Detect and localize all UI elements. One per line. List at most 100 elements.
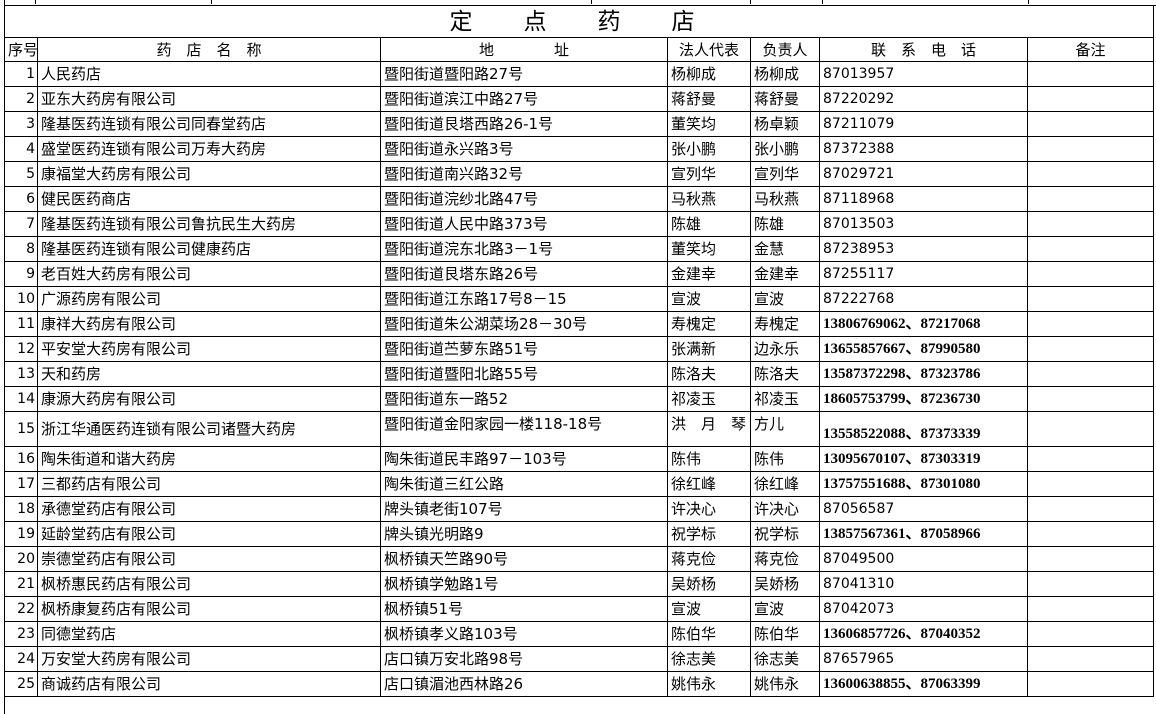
cell-seq[interactable]: 19 <box>4 521 38 547</box>
cell-name[interactable]: 崇德堂药店有限公司 <box>37 546 381 572</box>
header-note[interactable]: 备注 <box>1027 37 1154 62</box>
cell-seq[interactable]: 3 <box>4 111 38 137</box>
cell-note[interactable] <box>1027 211 1154 237</box>
cell-phone[interactable]: 13606857726、87040352 <box>819 621 1028 647</box>
cell-note[interactable] <box>1027 521 1154 547</box>
cell-seq[interactable]: 2 <box>4 86 38 112</box>
cell-address[interactable]: 暨阳街道滨江中路27号 <box>380 86 668 112</box>
cell-name[interactable]: 盛堂医药连锁有限公司万寿大药房 <box>37 136 381 162</box>
cell-legal-rep[interactable]: 宣列华 <box>667 161 751 187</box>
cell-seq[interactable]: 7 <box>4 211 38 237</box>
cell-name[interactable]: 广源药房有限公司 <box>37 286 381 312</box>
cell-name[interactable]: 天和药房 <box>37 361 381 387</box>
cell-seq[interactable]: 4 <box>4 136 38 162</box>
cell-note[interactable] <box>1027 361 1154 387</box>
cell-note[interactable] <box>1027 111 1154 137</box>
header-responsible[interactable]: 负责人 <box>750 37 820 62</box>
cell-address[interactable]: 暨阳街道江东路17号8－15 <box>380 286 668 312</box>
cell-responsible[interactable]: 寿槐定 <box>750 311 820 337</box>
cell-seq[interactable]: 20 <box>4 546 38 572</box>
cell-responsible[interactable]: 马秋燕 <box>750 186 820 212</box>
header-legal-rep[interactable]: 法人代表 <box>667 37 751 62</box>
cell-seq[interactable]: 25 <box>4 671 38 697</box>
cell-phone[interactable]: 13806769062、87217068 <box>819 311 1028 337</box>
cell-seq[interactable]: 8 <box>4 236 38 262</box>
cell-note[interactable] <box>1027 336 1154 362</box>
cell-responsible[interactable]: 祝学标 <box>750 521 820 547</box>
cell-phone[interactable]: 87220292 <box>819 86 1028 112</box>
cell-note[interactable] <box>1027 311 1154 337</box>
cell-legal-rep[interactable]: 姚伟永 <box>667 671 751 697</box>
cell-phone[interactable]: 87013957 <box>819 61 1028 87</box>
cell-phone[interactable]: 13095670107、87303319 <box>819 446 1028 472</box>
cell-note[interactable] <box>1027 161 1154 187</box>
cell-legal-rep[interactable]: 宣波 <box>667 286 751 312</box>
cell-phone[interactable]: 13587372298、87323786 <box>819 361 1028 387</box>
cell-phone[interactable]: 13558522088、87373339 <box>819 411 1028 447</box>
sheet-title[interactable]: 定 点 药 店 <box>4 5 1154 38</box>
cell-address[interactable]: 暨阳街道暨阳北路55号 <box>380 361 668 387</box>
cell-note[interactable] <box>1027 446 1154 472</box>
cell-address[interactable]: 暨阳街道艮塔西路26-1号 <box>380 111 668 137</box>
cell-phone[interactable]: 87056587 <box>819 496 1028 522</box>
cell-seq[interactable]: 15 <box>4 411 38 447</box>
cell-responsible[interactable]: 陈伯华 <box>750 621 820 647</box>
cell-address[interactable]: 陶朱街道民丰路97－103号 <box>380 446 668 472</box>
cell-legal-rep[interactable]: 徐红峰 <box>667 471 751 497</box>
cell-phone[interactable]: 13757551688、87301080 <box>819 471 1028 497</box>
cell-name[interactable]: 同德堂药店 <box>37 621 381 647</box>
cell-legal-rep[interactable]: 宣波 <box>667 596 751 622</box>
cell-legal-rep[interactable]: 张小鹏 <box>667 136 751 162</box>
cell-name[interactable]: 浙江华通医药连锁有限公司诸暨大药房 <box>37 411 381 447</box>
cell-responsible[interactable]: 宣列华 <box>750 161 820 187</box>
cell-legal-rep[interactable]: 马秋燕 <box>667 186 751 212</box>
cell-responsible[interactable]: 杨柳成 <box>750 61 820 87</box>
cell-responsible[interactable]: 吴娇杨 <box>750 571 820 597</box>
cell-responsible[interactable]: 金慧 <box>750 236 820 262</box>
cell-note[interactable] <box>1027 61 1154 87</box>
cell-responsible[interactable]: 陈洛夫 <box>750 361 820 387</box>
cell-phone[interactable]: 13857567361、87058966 <box>819 521 1028 547</box>
cell-responsible[interactable]: 蒋克俭 <box>750 546 820 572</box>
cell-name[interactable]: 枫桥康复药店有限公司 <box>37 596 381 622</box>
cell-address[interactable]: 牌头镇老街107号 <box>380 496 668 522</box>
cell-address[interactable]: 枫桥镇孝义路103号 <box>380 621 668 647</box>
cell-legal-rep[interactable]: 祝学标 <box>667 521 751 547</box>
cell-legal-rep[interactable]: 寿槐定 <box>667 311 751 337</box>
cell-note[interactable] <box>1027 571 1154 597</box>
cell-name[interactable]: 人民药店 <box>37 61 381 87</box>
cell-legal-rep[interactable]: 陈洛夫 <box>667 361 751 387</box>
cell-name[interactable]: 亚东大药房有限公司 <box>37 86 381 112</box>
cell-name[interactable]: 隆基医药连锁有限公司健康药店 <box>37 236 381 262</box>
cell-seq[interactable]: 24 <box>4 646 38 672</box>
header-seq[interactable]: 序号 <box>4 37 38 62</box>
cell-phone[interactable]: 87238953 <box>819 236 1028 262</box>
cell-seq[interactable]: 21 <box>4 571 38 597</box>
cell-legal-rep[interactable]: 蒋舒曼 <box>667 86 751 112</box>
cell-legal-rep[interactable]: 吴娇杨 <box>667 571 751 597</box>
cell-phone[interactable]: 87029721 <box>819 161 1028 187</box>
cell-address[interactable]: 暨阳街道艮塔东路26号 <box>380 261 668 287</box>
cell-phone[interactable]: 87657965 <box>819 646 1028 672</box>
cell-name[interactable]: 康祥大药房有限公司 <box>37 311 381 337</box>
cell-legal-rep[interactable]: 徐志美 <box>667 646 751 672</box>
cell-name[interactable]: 老百姓大药房有限公司 <box>37 261 381 287</box>
cell-legal-rep[interactable]: 张满新 <box>667 336 751 362</box>
cell-phone[interactable]: 13600638855、87063399 <box>819 671 1028 697</box>
cell-responsible[interactable]: 姚伟永 <box>750 671 820 697</box>
cell-note[interactable] <box>1027 471 1154 497</box>
cell-address[interactable]: 牌头镇光明路9 <box>380 521 668 547</box>
cell-note[interactable] <box>1027 646 1154 672</box>
cell-responsible[interactable]: 陈雄 <box>750 211 820 237</box>
cell-seq[interactable]: 12 <box>4 336 38 362</box>
cell-seq[interactable]: 17 <box>4 471 38 497</box>
cell-address[interactable]: 枫桥镇学勉路1号 <box>380 571 668 597</box>
cell-legal-rep[interactable]: 蒋克俭 <box>667 546 751 572</box>
cell-address[interactable]: 枫桥镇天竺路90号 <box>380 546 668 572</box>
cell-note[interactable] <box>1027 496 1154 522</box>
cell-legal-rep[interactable]: 许决心 <box>667 496 751 522</box>
cell-seq[interactable]: 10 <box>4 286 38 312</box>
cell-name[interactable]: 康源大药房有限公司 <box>37 386 381 412</box>
cell-phone[interactable]: 87255117 <box>819 261 1028 287</box>
cell-responsible[interactable]: 杨卓颖 <box>750 111 820 137</box>
